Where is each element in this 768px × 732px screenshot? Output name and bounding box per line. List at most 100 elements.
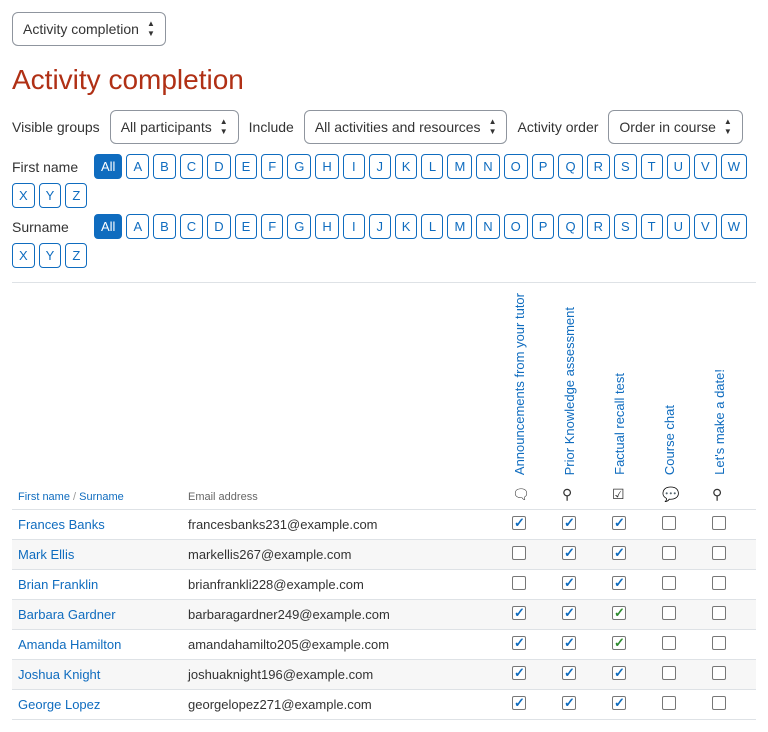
surname-alpha-letter[interactable]: X — [12, 243, 35, 268]
completion-cell[interactable] — [506, 600, 556, 630]
surname-alpha-letter[interactable]: D — [207, 214, 230, 239]
surname-alpha-letter[interactable]: K — [395, 214, 418, 239]
surname-alpha-letter[interactable]: W — [721, 214, 747, 239]
firstname-alpha-letter[interactable]: F — [261, 154, 283, 179]
user-link[interactable]: Joshua Knight — [18, 667, 100, 682]
completion-cell[interactable] — [706, 630, 756, 660]
completion-cell[interactable] — [606, 570, 656, 600]
activity-link[interactable]: Course chat — [662, 401, 677, 479]
surname-alpha-letter[interactable]: T — [641, 214, 663, 239]
completion-cell[interactable] — [706, 540, 756, 570]
surname-alpha-letter[interactable]: G — [287, 214, 311, 239]
completion-cell[interactable] — [706, 690, 756, 720]
col-header-firstname-link[interactable]: First name — [18, 491, 70, 503]
firstname-alpha-letter[interactable]: T — [641, 154, 663, 179]
surname-alpha-letter[interactable]: Q — [558, 214, 582, 239]
surname-alpha-letter[interactable]: Z — [65, 243, 87, 268]
completion-cell[interactable] — [506, 630, 556, 660]
surname-alpha-letter[interactable]: V — [694, 214, 717, 239]
visible-groups-select[interactable]: All participants — [110, 110, 239, 144]
completion-cell[interactable] — [506, 510, 556, 540]
firstname-alpha-letter[interactable]: P — [532, 154, 555, 179]
completion-cell[interactable] — [556, 660, 606, 690]
surname-alpha-letter[interactable]: A — [126, 214, 149, 239]
completion-cell[interactable] — [556, 690, 606, 720]
completion-cell[interactable] — [706, 570, 756, 600]
surname-alpha-letter[interactable]: R — [587, 214, 610, 239]
completion-cell[interactable] — [606, 630, 656, 660]
surname-alpha-letter[interactable]: I — [343, 214, 365, 239]
completion-cell[interactable] — [556, 510, 606, 540]
firstname-alpha-letter[interactable]: K — [395, 154, 418, 179]
surname-alpha-letter[interactable]: J — [369, 214, 391, 239]
surname-alpha-letter[interactable]: L — [421, 214, 443, 239]
completion-cell[interactable] — [706, 510, 756, 540]
firstname-alpha-all[interactable]: All — [94, 154, 122, 179]
completion-cell[interactable] — [606, 540, 656, 570]
completion-cell[interactable] — [556, 600, 606, 630]
completion-cell[interactable] — [656, 660, 706, 690]
firstname-alpha-letter[interactable]: M — [447, 154, 472, 179]
firstname-alpha-letter[interactable]: W — [721, 154, 747, 179]
completion-cell[interactable] — [556, 540, 606, 570]
user-link[interactable]: Brian Franklin — [18, 577, 98, 592]
user-link[interactable]: Mark Ellis — [18, 547, 74, 562]
surname-alpha-letter[interactable]: B — [153, 214, 176, 239]
surname-alpha-letter[interactable]: S — [614, 214, 637, 239]
firstname-alpha-letter[interactable]: B — [153, 154, 176, 179]
surname-alpha-letter[interactable]: H — [315, 214, 338, 239]
completion-cell[interactable] — [556, 630, 606, 660]
completion-cell[interactable] — [506, 660, 556, 690]
completion-cell[interactable] — [506, 540, 556, 570]
firstname-alpha-letter[interactable]: Z — [65, 183, 87, 208]
include-select[interactable]: All activities and resources — [304, 110, 508, 144]
surname-alpha-letter[interactable]: Y — [39, 243, 62, 268]
surname-alpha-letter[interactable]: P — [532, 214, 555, 239]
completion-cell[interactable] — [656, 630, 706, 660]
firstname-alpha-letter[interactable]: U — [667, 154, 690, 179]
activity-link[interactable]: Let's make a date! — [712, 365, 727, 479]
firstname-alpha-letter[interactable]: V — [694, 154, 717, 179]
completion-cell[interactable] — [656, 540, 706, 570]
firstname-alpha-letter[interactable]: R — [587, 154, 610, 179]
completion-cell[interactable] — [556, 570, 606, 600]
completion-cell[interactable] — [506, 570, 556, 600]
activity-link[interactable]: Prior Knowledge assessment — [562, 303, 577, 479]
firstname-alpha-letter[interactable]: E — [235, 154, 258, 179]
firstname-alpha-letter[interactable]: S — [614, 154, 637, 179]
surname-alpha-letter[interactable]: U — [667, 214, 690, 239]
completion-cell[interactable] — [656, 690, 706, 720]
completion-cell[interactable] — [656, 570, 706, 600]
firstname-alpha-letter[interactable]: H — [315, 154, 338, 179]
user-link[interactable]: George Lopez — [18, 697, 100, 712]
surname-alpha-letter[interactable]: M — [447, 214, 472, 239]
completion-cell[interactable] — [606, 600, 656, 630]
activity-link[interactable]: Factual recall test — [612, 369, 627, 479]
firstname-alpha-letter[interactable]: Q — [558, 154, 582, 179]
firstname-alpha-letter[interactable]: O — [504, 154, 528, 179]
firstname-alpha-letter[interactable]: C — [180, 154, 203, 179]
col-header-surname-link[interactable]: Surname — [79, 491, 124, 503]
surname-alpha-letter[interactable]: F — [261, 214, 283, 239]
completion-cell[interactable] — [606, 510, 656, 540]
firstname-alpha-letter[interactable]: J — [369, 154, 391, 179]
firstname-alpha-letter[interactable]: N — [476, 154, 499, 179]
completion-cell[interactable] — [656, 510, 706, 540]
user-link[interactable]: Frances Banks — [18, 517, 105, 532]
surname-alpha-letter[interactable]: E — [235, 214, 258, 239]
firstname-alpha-letter[interactable]: Y — [39, 183, 62, 208]
firstname-alpha-letter[interactable]: L — [421, 154, 443, 179]
completion-cell[interactable] — [706, 660, 756, 690]
surname-alpha-letter[interactable]: N — [476, 214, 499, 239]
surname-alpha-letter[interactable]: O — [504, 214, 528, 239]
completion-cell[interactable] — [606, 660, 656, 690]
activity-link[interactable]: Announcements from your tutor — [512, 289, 527, 479]
firstname-alpha-letter[interactable]: I — [343, 154, 365, 179]
firstname-alpha-letter[interactable]: X — [12, 183, 35, 208]
surname-alpha-all[interactable]: All — [94, 214, 122, 239]
completion-cell[interactable] — [706, 600, 756, 630]
activity-order-select[interactable]: Order in course — [608, 110, 742, 144]
firstname-alpha-letter[interactable]: A — [126, 154, 149, 179]
user-link[interactable]: Barbara Gardner — [18, 607, 116, 622]
page-action-select[interactable]: Activity completion — [12, 12, 166, 46]
